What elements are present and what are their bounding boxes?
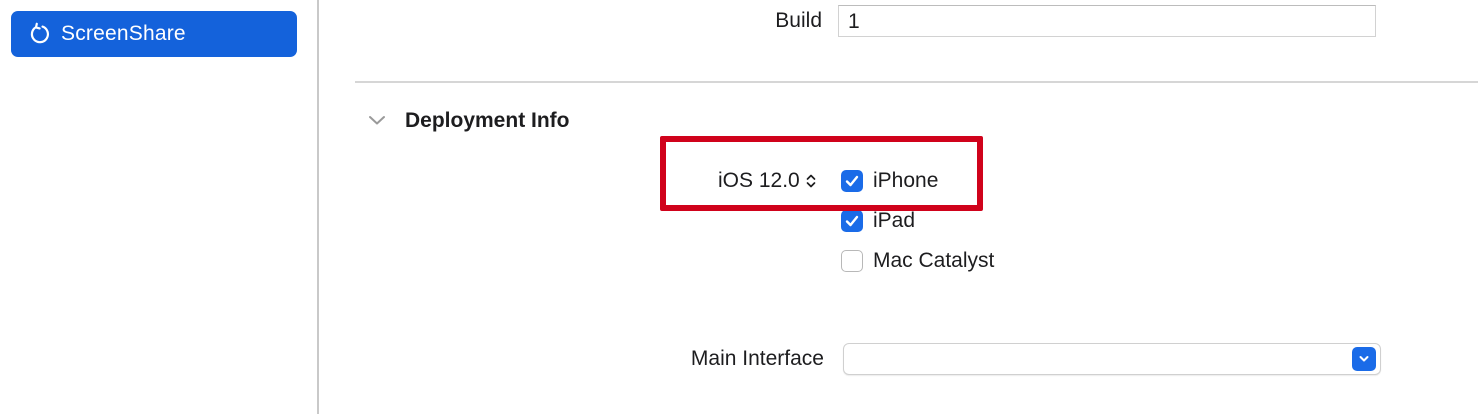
sidebar-item-label: ScreenShare bbox=[61, 22, 186, 45]
refresh-icon bbox=[27, 22, 51, 46]
section-divider bbox=[355, 81, 1478, 83]
main-interface-label: Main Interface bbox=[690, 347, 824, 370]
checkbox-mac-catalyst[interactable]: Mac Catalyst bbox=[841, 248, 994, 274]
section-title: Deployment Info bbox=[405, 109, 570, 132]
checkbox-unchecked-icon[interactable] bbox=[841, 250, 863, 272]
build-field[interactable]: 1 bbox=[838, 5, 1376, 37]
main-interface-select[interactable] bbox=[843, 343, 1381, 375]
build-label: Build bbox=[775, 9, 822, 32]
checkbox-ipad[interactable]: iPad bbox=[841, 208, 915, 234]
build-value: 1 bbox=[848, 10, 860, 33]
checkbox-checked-icon[interactable] bbox=[841, 210, 863, 232]
highlight-annotation bbox=[660, 136, 983, 211]
sidebar-item-screenshare[interactable]: ScreenShare bbox=[11, 11, 297, 57]
sidebar: ScreenShare bbox=[0, 0, 317, 414]
sidebar-divider bbox=[317, 0, 319, 414]
chevron-down-icon[interactable] bbox=[367, 110, 387, 130]
checkbox-label: Mac Catalyst bbox=[873, 249, 995, 272]
checkbox-label: iPad bbox=[873, 209, 916, 232]
chevron-down-icon[interactable] bbox=[1352, 347, 1376, 371]
